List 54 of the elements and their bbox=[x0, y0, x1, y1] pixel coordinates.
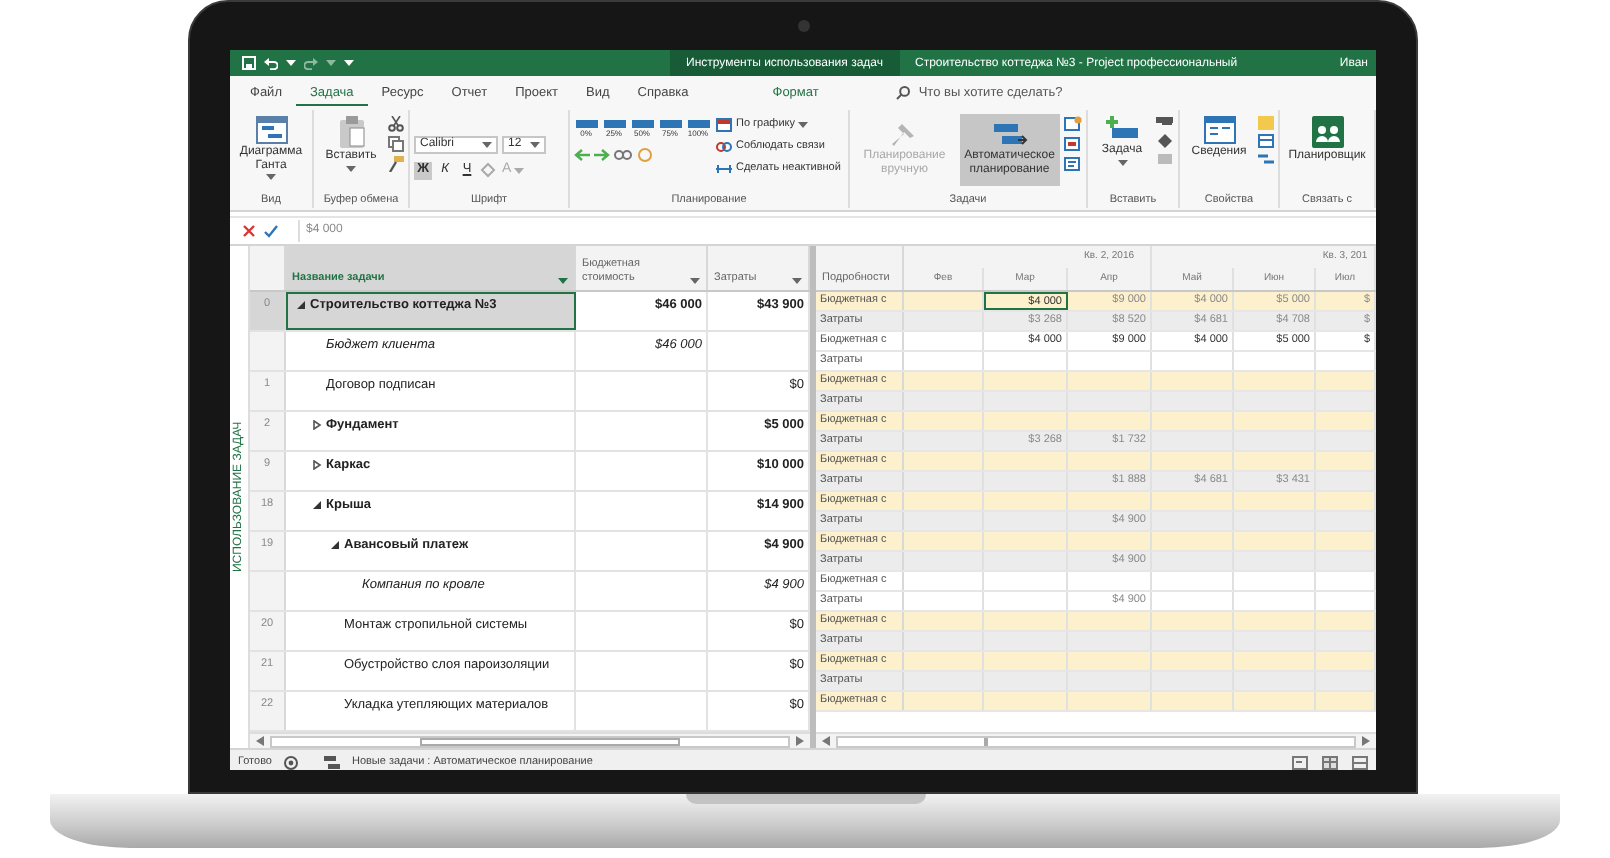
sheet-view-icon[interactable] bbox=[1352, 755, 1368, 769]
usage-view-icon[interactable] bbox=[1322, 755, 1338, 769]
link-icon[interactable] bbox=[614, 150, 632, 160]
save-icon[interactable] bbox=[242, 56, 256, 70]
caret-icon bbox=[798, 122, 809, 128]
chain-icon bbox=[716, 140, 732, 154]
enter-check-icon[interactable] bbox=[264, 224, 278, 238]
caret-icon bbox=[1117, 159, 1127, 165]
expanded-triangle-icon[interactable] bbox=[312, 500, 322, 510]
details-icon[interactable] bbox=[1258, 134, 1274, 148]
caret-icon bbox=[266, 174, 276, 180]
expanded-triangle-icon[interactable] bbox=[330, 540, 340, 550]
gantt-view-icon[interactable] bbox=[1292, 755, 1308, 769]
macro-record-icon[interactable] bbox=[283, 755, 298, 769]
caret-icon bbox=[286, 60, 296, 66]
scissors-icon[interactable] bbox=[388, 116, 404, 132]
progress-bar-icon bbox=[659, 120, 681, 128]
milestone-icon[interactable] bbox=[1156, 134, 1174, 148]
cancel-icon[interactable] bbox=[242, 224, 256, 238]
camera-dot bbox=[797, 20, 809, 32]
caret-icon bbox=[792, 278, 802, 284]
people-icon bbox=[1311, 116, 1343, 148]
auto-schedule-icon bbox=[991, 120, 1028, 148]
calendar-bar-icon bbox=[716, 118, 732, 132]
collapsed-triangle-icon[interactable] bbox=[312, 420, 322, 430]
horizontal-scrollbar[interactable] bbox=[270, 735, 790, 747]
expanded-triangle-icon[interactable] bbox=[296, 300, 306, 310]
collapsed-triangle-icon[interactable] bbox=[312, 460, 322, 470]
timeline-icon[interactable] bbox=[1258, 152, 1274, 166]
clipboard-icon bbox=[337, 116, 365, 148]
caret-icon bbox=[513, 167, 524, 173]
horizontal-scrollbar[interactable] bbox=[836, 735, 1356, 747]
caret-icon bbox=[530, 141, 540, 147]
pin-icon bbox=[890, 120, 919, 148]
gantt-chart-icon bbox=[255, 116, 287, 144]
progress-bar-icon bbox=[631, 120, 653, 128]
caret-icon bbox=[558, 278, 568, 284]
progress-bar-icon bbox=[603, 120, 625, 128]
copy-icon[interactable] bbox=[388, 136, 404, 152]
task-insert-icon bbox=[1106, 116, 1138, 142]
redo-icon[interactable] bbox=[304, 56, 318, 70]
mode-list-icon[interactable] bbox=[1064, 156, 1082, 172]
progress-bar-icon bbox=[575, 120, 597, 128]
progress-bar-icon bbox=[687, 120, 709, 128]
undo-icon[interactable] bbox=[264, 56, 278, 70]
task-bars-icon[interactable] bbox=[323, 755, 340, 769]
outdent-arrow-icon[interactable] bbox=[574, 148, 590, 162]
indent-arrow-icon[interactable] bbox=[594, 148, 610, 162]
search-icon bbox=[896, 86, 911, 100]
format-brush-icon[interactable] bbox=[388, 156, 404, 172]
caret-icon bbox=[346, 165, 356, 171]
caret-icon bbox=[690, 278, 700, 284]
info-panel-icon bbox=[1203, 116, 1235, 144]
caret-icon bbox=[482, 141, 492, 147]
